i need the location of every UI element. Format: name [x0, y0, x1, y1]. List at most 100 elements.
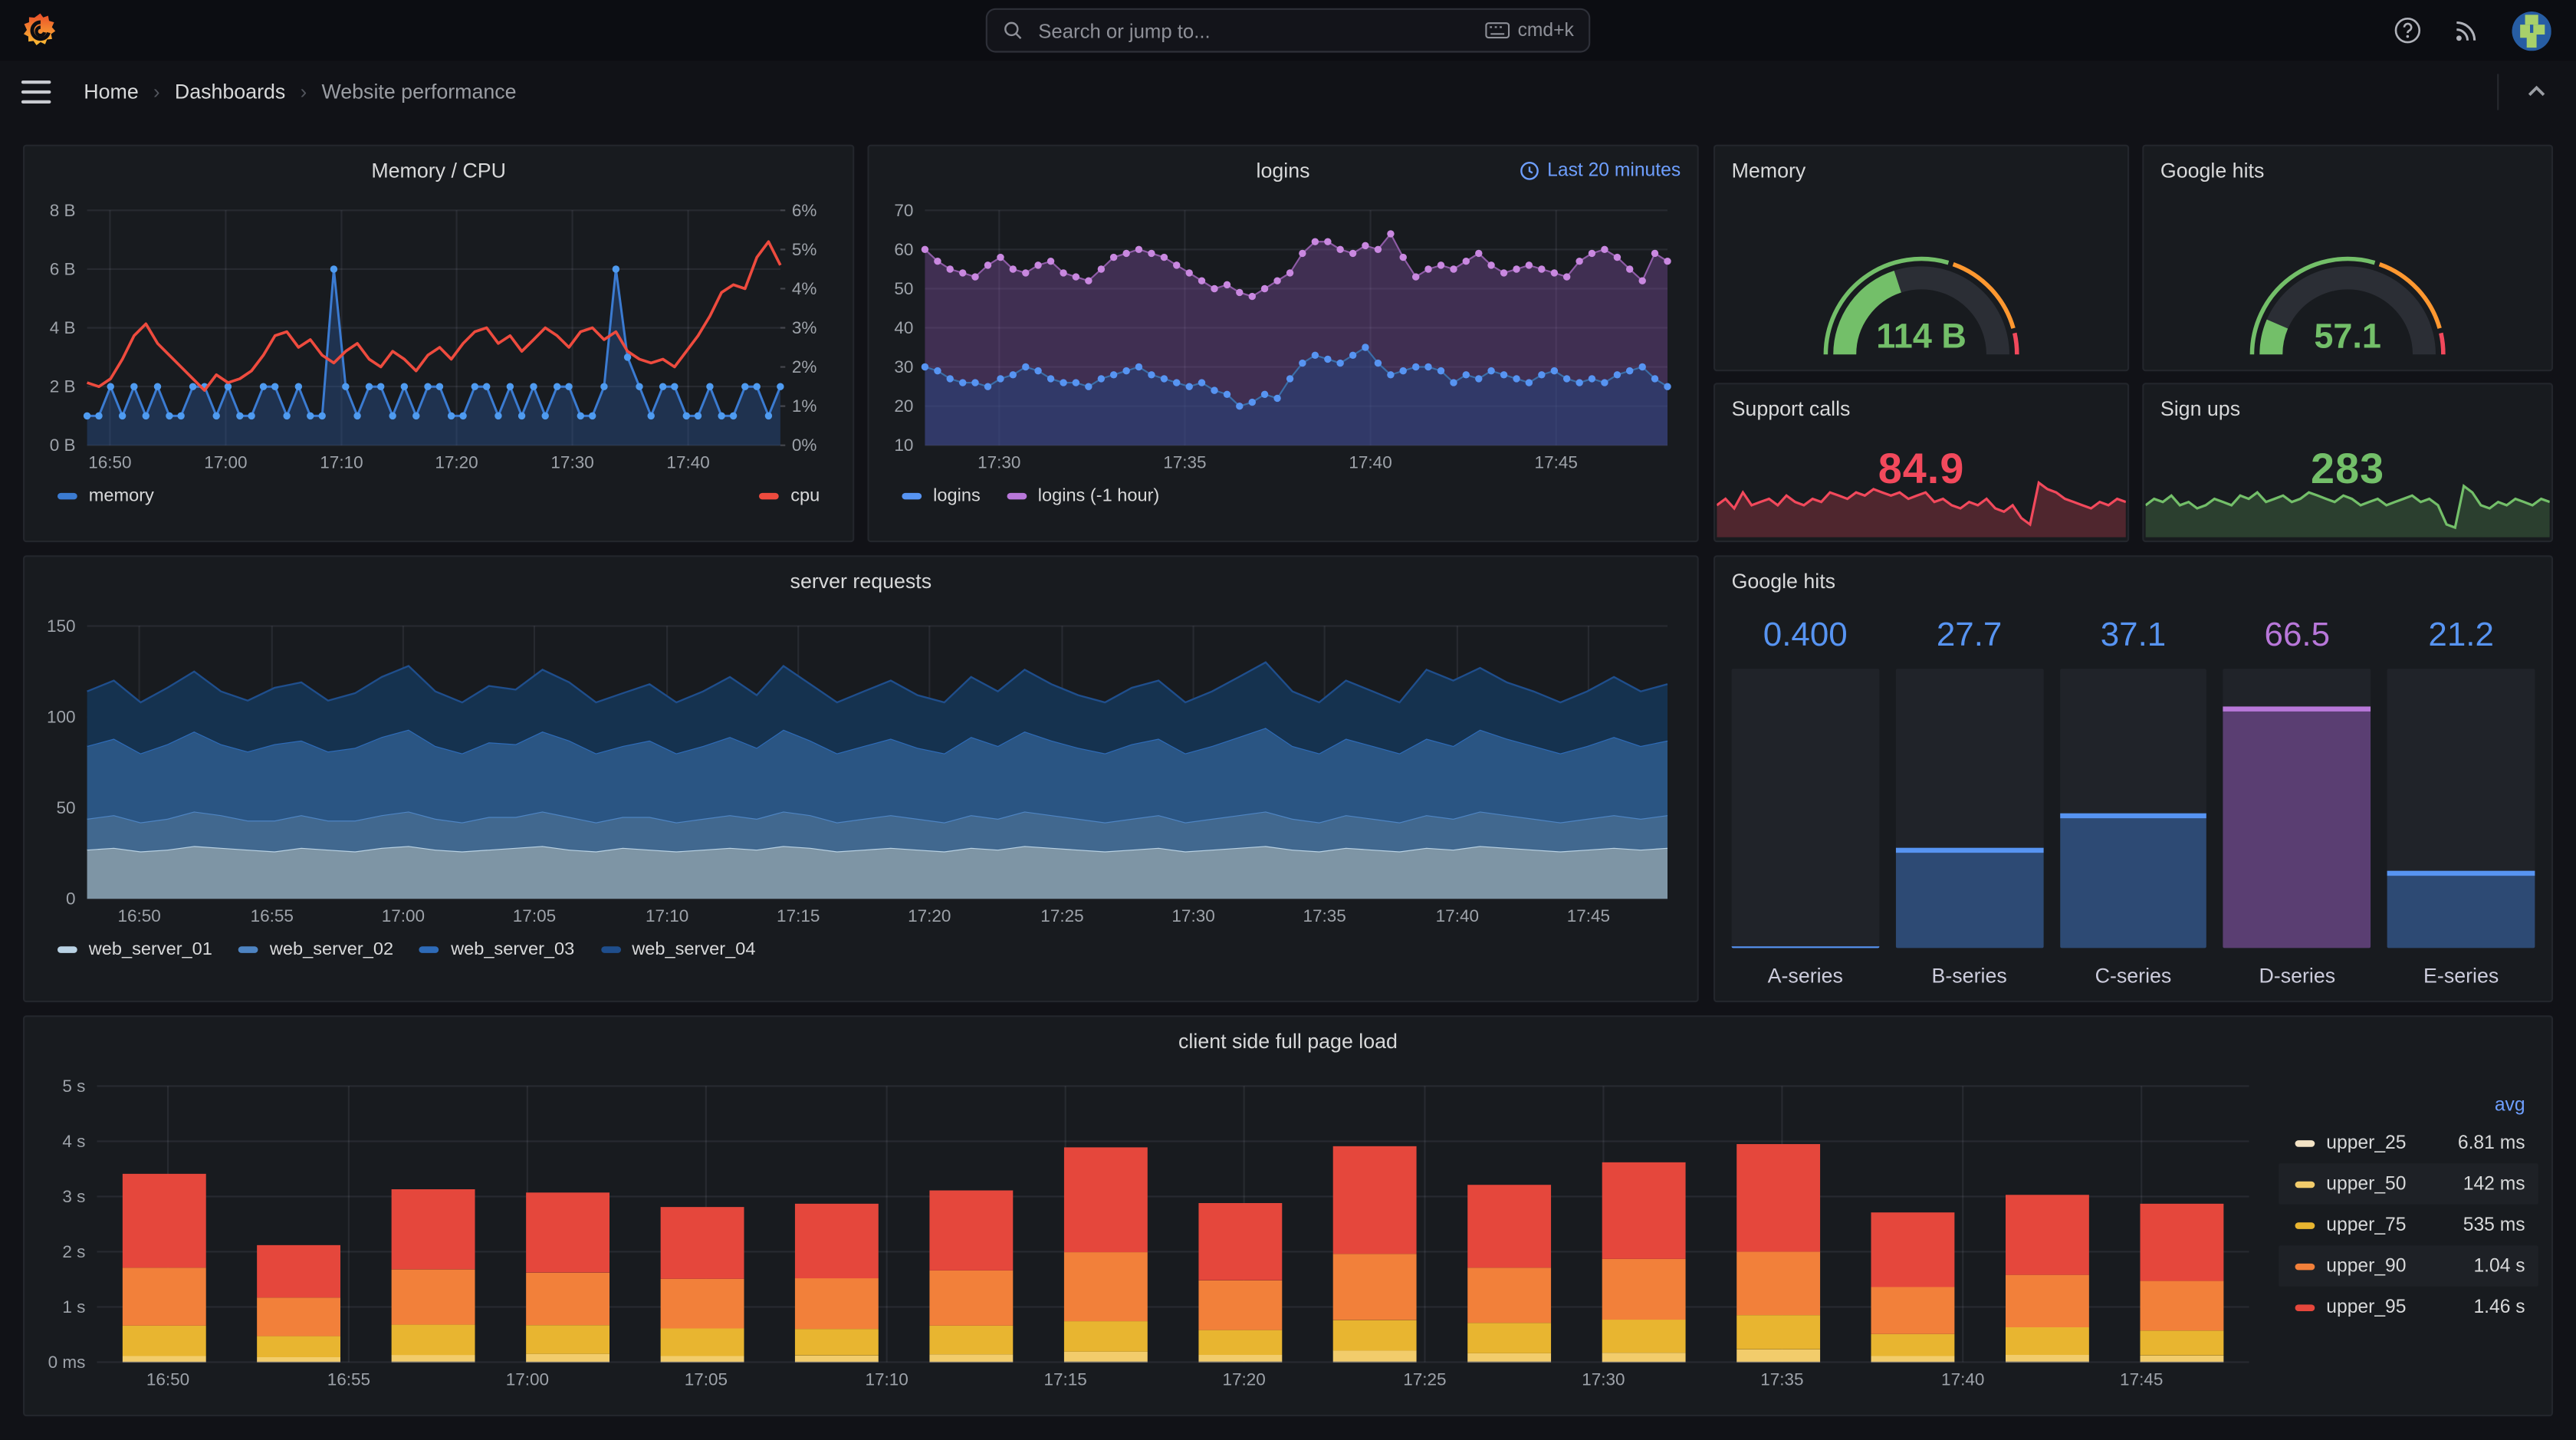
legend-item[interactable]: web_server_02 — [238, 940, 393, 959]
legend-label: upper_95 — [2326, 1297, 2407, 1317]
svg-text:17:30: 17:30 — [1582, 1369, 1625, 1389]
panel-client-page-load: client side full page load 16:50 16:55 17:… — [23, 1015, 2553, 1417]
legend-item[interactable]: web_server_03 — [419, 940, 574, 959]
breadcrumb-bar: Home › Dashboards › Website performance — [0, 61, 2576, 123]
svg-text:17:45: 17:45 — [1535, 453, 1578, 472]
legend-row[interactable]: upper_50 142 ms — [2279, 1163, 2538, 1205]
panel-title[interactable]: server requests — [25, 557, 1697, 606]
bar-gauge-column[interactable]: 37.1 C-series — [2059, 616, 2207, 988]
legend-row[interactable]: upper_25 6.81 ms — [2279, 1123, 2538, 1164]
legend-label: upper_75 — [2326, 1215, 2407, 1235]
svg-text:17:05: 17:05 — [685, 1369, 728, 1389]
panel-memory-gauge: Memory 114 B — [1714, 144, 2130, 372]
legend-item[interactable]: cpu — [759, 486, 820, 506]
bar-gauge-track — [2223, 669, 2371, 948]
bar-gauge-value: 21.2 — [2428, 616, 2494, 654]
legend-swatch — [600, 946, 621, 953]
legend-avg-header[interactable]: avg — [2279, 1090, 2538, 1123]
svg-text:50: 50 — [57, 798, 76, 817]
legend-item[interactable]: web_server_04 — [600, 940, 755, 959]
panel-title[interactable]: logins Last 20 minutes — [869, 146, 1697, 196]
svg-text:17:35: 17:35 — [1760, 1369, 1803, 1389]
bar-gauge-cap — [2223, 706, 2371, 712]
svg-text:16:50: 16:50 — [117, 906, 160, 925]
client-load-legend-table: avg upper_25 6.81 ms upper_50 142 ms upper_75… — [2279, 1090, 2538, 1328]
svg-text:17:15: 17:15 — [1043, 1369, 1086, 1389]
server-requests-chart[interactable]: 16:50 16:55 17:00 17:05 17:10 17:15 17:20 17:25… — [38, 607, 1684, 929]
legend-label: upper_50 — [2326, 1174, 2407, 1194]
bar-gauge-cap — [2059, 813, 2207, 819]
legend-item[interactable]: web_server_01 — [58, 940, 212, 959]
client-page-load-chart[interactable]: 16:50 16:55 17:00 17:05 17:10 17:15 17:20 17:25… — [38, 1067, 2259, 1392]
search-input[interactable] — [1035, 17, 1474, 44]
svg-text:60: 60 — [894, 240, 913, 259]
global-search[interactable]: cmd+k — [985, 8, 1591, 53]
legend-swatch — [2295, 1262, 2315, 1270]
bar-gauge-fill — [2223, 706, 2371, 948]
google-hits-gauge[interactable]: 57.1 — [2144, 196, 2551, 367]
panel-title[interactable]: Google hits — [1715, 557, 2551, 606]
panel-title[interactable]: Support calls — [1715, 384, 2128, 433]
svg-text:70: 70 — [894, 201, 913, 220]
grafana-logo[interactable] — [21, 12, 59, 49]
news-rss-icon[interactable] — [2453, 16, 2480, 44]
svg-text:17:45: 17:45 — [1567, 906, 1610, 925]
svg-text:0: 0 — [66, 889, 76, 909]
bar-gauge-column[interactable]: 21.2 E-series — [2387, 616, 2535, 988]
bar-gauge-track — [2059, 669, 2207, 948]
legend-item[interactable]: logins (-1 hour) — [1007, 486, 1159, 506]
stat-value: 283 — [2311, 443, 2385, 493]
svg-text:17:20: 17:20 — [908, 906, 951, 925]
shortcut-hint: cmd+k — [1484, 21, 1574, 41]
panel-title[interactable]: Memory — [1715, 146, 2128, 196]
panel-time-range[interactable]: Last 20 minutes — [1520, 146, 1681, 196]
breadcrumb-home[interactable]: Home — [84, 81, 138, 104]
bar-gauge-column[interactable]: 0.400 A-series — [1731, 616, 1879, 988]
legend-item[interactable]: logins — [902, 486, 981, 506]
panel-title[interactable]: Sign ups — [2144, 384, 2551, 433]
breadcrumb-dashboards[interactable]: Dashboards — [175, 81, 285, 104]
svg-text:8 B: 8 B — [50, 201, 76, 220]
legend-label: logins — [933, 486, 981, 506]
legend-swatch — [759, 492, 780, 500]
svg-text:17:40: 17:40 — [666, 453, 709, 472]
legend-swatch — [58, 946, 77, 953]
svg-text:100: 100 — [47, 707, 76, 726]
memory-cpu-legend: memory cpu — [25, 475, 853, 518]
panel-title[interactable]: client side full page load — [25, 1017, 2551, 1066]
svg-text:1 s: 1 s — [62, 1297, 85, 1317]
svg-text:17:10: 17:10 — [320, 453, 363, 472]
bar-gauge-label: C-series — [2095, 964, 2172, 988]
panel-logins: logins Last 20 minutes 17:30 17:35 17:40 17… — [867, 144, 1699, 543]
help-icon[interactable] — [2394, 16, 2421, 44]
bar-gauge-value: 66.5 — [2264, 616, 2331, 654]
bar-gauge-column[interactable]: 27.7 B-series — [1895, 616, 2043, 988]
memory-cpu-chart[interactable]: 16:50 17:00 17:10 17:20 17:30 17:40 0 B 2 B 4 B 6… — [38, 196, 840, 475]
bar-gauge-fill — [1895, 847, 2043, 948]
legend-row[interactable]: upper_95 1.46 s — [2279, 1287, 2538, 1328]
svg-text:17:15: 17:15 — [777, 906, 820, 925]
user-avatar[interactable] — [2512, 10, 2551, 51]
panel-title[interactable]: Memory / CPU — [25, 146, 853, 196]
menu-toggle-icon[interactable] — [21, 81, 51, 104]
legend-row[interactable]: upper_90 1.04 s — [2279, 1245, 2538, 1287]
logins-chart[interactable]: 17:30 17:35 17:40 17:45 10 20 30 40 50 60 70 — [882, 196, 1684, 475]
panel-title[interactable]: Google hits — [2144, 146, 2551, 196]
svg-text:16:55: 16:55 — [327, 1369, 370, 1389]
collapse-chevron-up-icon[interactable] — [2518, 74, 2555, 110]
google-hits-bar-gauge[interactable]: 0.400 A-series 27.7 B-series 37.1 C-series 66.… — [1715, 607, 2551, 998]
svg-text:17:25: 17:25 — [1403, 1369, 1446, 1389]
svg-text:17:05: 17:05 — [513, 906, 556, 925]
svg-text:17:40: 17:40 — [1349, 453, 1392, 472]
legend-row[interactable]: upper_75 535 ms — [2279, 1205, 2538, 1246]
support-calls-stat[interactable]: 84.9 — [1716, 434, 2127, 538]
memory-gauge[interactable]: 114 B — [1715, 196, 2128, 367]
sign-ups-stat[interactable]: 283 — [2144, 434, 2551, 538]
legend-item[interactable]: memory — [58, 486, 154, 506]
svg-text:30: 30 — [894, 357, 913, 376]
bar-gauge-column[interactable]: 66.5 D-series — [2223, 616, 2371, 988]
svg-text:3%: 3% — [792, 318, 817, 337]
server-requests-legend: web_server_01 web_server_02 web_server_03 w… — [25, 929, 1697, 972]
panel-server-requests: server requests 16:50 16:55 17:00 17:05 17:1… — [23, 555, 1699, 1003]
avatar-image — [2512, 10, 2551, 51]
